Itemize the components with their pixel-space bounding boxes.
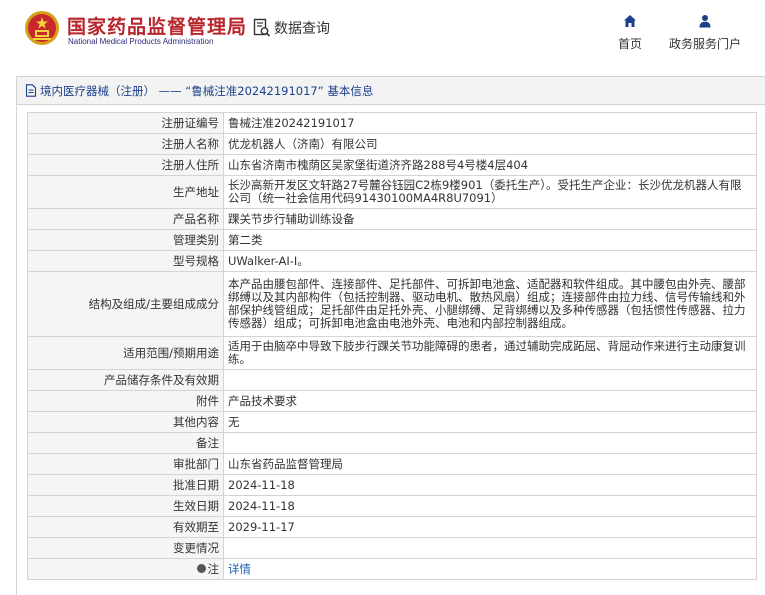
row-value: UWalker-AI-I。 bbox=[223, 250, 757, 272]
breadcrumb: 境内医疗器械（注册） —— “鲁械注准20242191017” 基本信息 bbox=[17, 77, 765, 105]
table-row: 结构及组成/主要组成成分 本产品由腰包部件、连接部件、足托部件、可拆卸电池盒、适… bbox=[27, 271, 757, 337]
row-key: 生效日期 bbox=[27, 495, 224, 517]
row-value: 本产品由腰包部件、连接部件、足托部件、可拆卸电池盒、适配器和软件组成。其中腰包由… bbox=[223, 271, 757, 337]
breadcrumb-text: 境内医疗器械（注册） —— “鲁械注准20242191017” 基本信息 bbox=[40, 83, 374, 98]
row-value: 无 bbox=[223, 411, 757, 433]
row-value: 踝关节步行辅助训练设备 bbox=[223, 208, 757, 230]
brand-subtitle: National Medical Products Administration bbox=[68, 37, 214, 46]
row-key: 注册人住所 bbox=[27, 154, 224, 176]
table-row: 变更情况 bbox=[27, 537, 757, 559]
data-query-label: 数据查询 bbox=[274, 21, 330, 37]
table-row: 批准日期 2024-11-18 bbox=[27, 474, 757, 496]
row-value: 产品技术要求 bbox=[223, 390, 757, 412]
site-header: 国家药品监督管理局 National Medical Products Admi… bbox=[0, 0, 765, 60]
table-row: 备注 bbox=[27, 432, 757, 454]
row-key: 审批部门 bbox=[27, 453, 224, 475]
row-key: 附件 bbox=[27, 390, 224, 412]
row-key: 管理类别 bbox=[27, 229, 224, 251]
row-key: 备注 bbox=[27, 432, 224, 454]
brand-title: 国家药品监督管理局 bbox=[67, 16, 248, 38]
note-icon bbox=[196, 563, 206, 573]
user-icon bbox=[699, 15, 711, 28]
table-row: 其他内容 无 bbox=[27, 411, 757, 433]
table-row: 注册人住所 山东省济南市槐荫区吴家堡街道济齐路288号4号楼4层404 bbox=[27, 154, 757, 176]
detail-panel: 境内医疗器械（注册） —— “鲁械注准20242191017” 基本信息 注册证… bbox=[16, 76, 765, 595]
table-row: 有效期至 2029-11-17 bbox=[27, 516, 757, 538]
row-key: 型号规格 bbox=[27, 250, 224, 272]
row-key: 注册证编号 bbox=[27, 112, 224, 134]
table-row: 产品储存条件及有效期 bbox=[27, 369, 757, 391]
row-key: 产品名称 bbox=[27, 208, 224, 230]
note-key-cell: 注 bbox=[27, 558, 224, 580]
row-key: 结构及组成/主要组成成分 bbox=[27, 271, 224, 337]
row-value: 适用于由脑卒中导致下肢步行踝关节功能障碍的患者，通过辅助完成跖屈、背屈动作来进行… bbox=[223, 336, 757, 370]
table-row: 附件 产品技术要求 bbox=[27, 390, 757, 412]
table-row: 型号规格 UWalker-AI-I。 bbox=[27, 250, 757, 272]
table-row: 注 详情 bbox=[27, 558, 757, 580]
row-value bbox=[223, 369, 757, 391]
table-row: 生产地址 长沙高新开发区文轩路27号麓谷钰园C2栋9楼901（委托生产）。受托生… bbox=[27, 175, 757, 209]
row-value: 2024-11-18 bbox=[223, 474, 757, 496]
row-key: 批准日期 bbox=[27, 474, 224, 496]
row-key: 生产地址 bbox=[27, 175, 224, 209]
nav-home-link[interactable]: 首页 bbox=[612, 14, 648, 52]
row-value bbox=[223, 537, 757, 559]
nav-gov-service-label: 政务服务门户 bbox=[668, 37, 741, 51]
row-value: 鲁械注准20242191017 bbox=[223, 112, 757, 134]
nav-home-label: 首页 bbox=[617, 37, 642, 51]
row-value: 长沙高新开发区文轩路27号麓谷钰园C2栋9楼901（委托生产）。受托生产企业：长… bbox=[223, 175, 757, 209]
row-value: 2024-11-18 bbox=[223, 495, 757, 517]
table-row: 产品名称 踝关节步行辅助训练设备 bbox=[27, 208, 757, 230]
home-icon bbox=[624, 15, 636, 27]
table-row: 生效日期 2024-11-18 bbox=[27, 495, 757, 517]
row-key: 注册人名称 bbox=[27, 133, 224, 155]
data-query-heading: 数据查询 bbox=[253, 18, 330, 38]
row-key: 适用范围/预期用途 bbox=[27, 336, 224, 370]
table-row: 注册人名称 优龙机器人（济南）有限公司 bbox=[27, 133, 757, 155]
document-search-icon bbox=[253, 18, 271, 37]
row-value: 山东省药品监督管理局 bbox=[223, 453, 757, 475]
row-key: 有效期至 bbox=[27, 516, 224, 538]
row-value: 第二类 bbox=[223, 229, 757, 251]
row-key: 变更情况 bbox=[27, 537, 224, 559]
row-key: 产品储存条件及有效期 bbox=[27, 369, 224, 391]
row-value bbox=[223, 432, 757, 454]
row-key: 注 bbox=[207, 561, 220, 576]
document-icon bbox=[25, 84, 37, 97]
row-value: 山东省济南市槐荫区吴家堡街道济齐路288号4号楼4层404 bbox=[223, 154, 757, 176]
details-link[interactable]: 详情 bbox=[228, 562, 251, 576]
row-key: 其他内容 bbox=[27, 411, 224, 433]
row-value: 优龙机器人（济南）有限公司 bbox=[223, 133, 757, 155]
table-row: 审批部门 山东省药品监督管理局 bbox=[27, 453, 757, 475]
row-value: 2029-11-17 bbox=[223, 516, 757, 538]
row-value: 详情 bbox=[223, 558, 757, 580]
national-emblem-icon bbox=[25, 11, 59, 45]
registration-info-table: 注册证编号 鲁械注准20242191017 注册人名称 优龙机器人（济南）有限公… bbox=[27, 112, 757, 580]
nav-gov-service-link[interactable]: 政务服务门户 bbox=[666, 14, 744, 52]
table-row: 注册证编号 鲁械注准20242191017 bbox=[27, 112, 757, 134]
table-row: 管理类别 第二类 bbox=[27, 229, 757, 251]
table-row: 适用范围/预期用途 适用于由脑卒中导致下肢步行踝关节功能障碍的患者，通过辅助完成… bbox=[27, 336, 757, 370]
